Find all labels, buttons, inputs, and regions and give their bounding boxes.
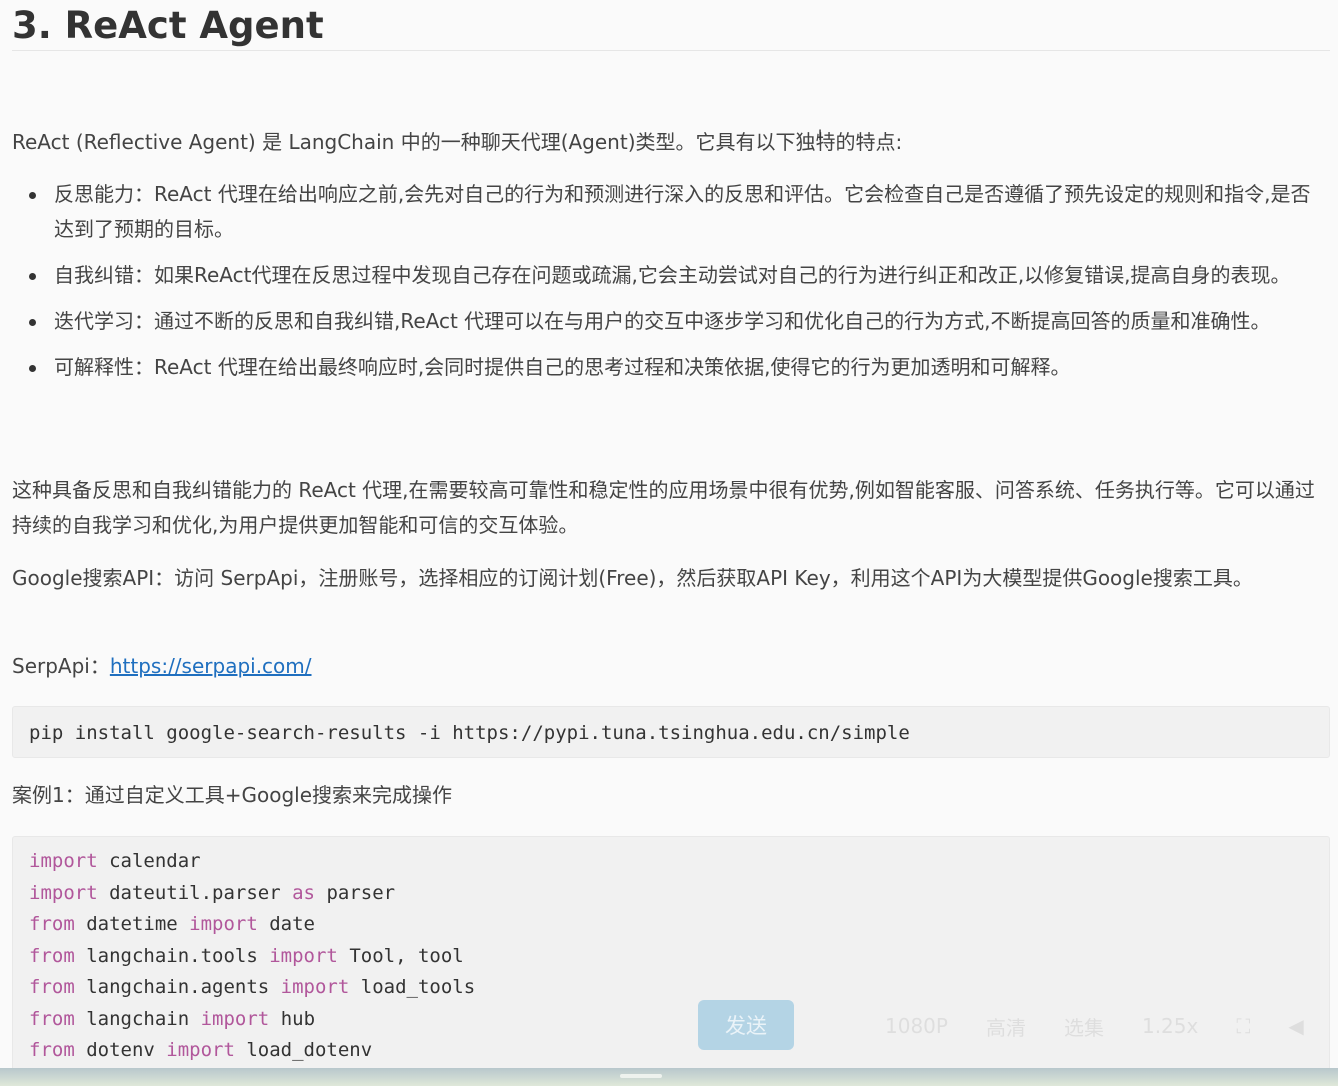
quality-button[interactable]: 1080P xyxy=(885,1014,948,1038)
case-title: 案例1：通过自定义工具+Google搜索来完成操作 xyxy=(12,783,453,807)
bullet-icon xyxy=(29,319,36,326)
serpapi-line: SerpApi：https://serpapi.com/ xyxy=(12,649,312,684)
volume-icon[interactable]: ◀ xyxy=(1288,1014,1303,1038)
google-api-paragraph: Google搜索API：访问 SerpApi，注册账号，选择相应的订阅计划(Fr… xyxy=(12,566,1253,590)
code-text: calendar xyxy=(97,850,201,872)
serpapi-link[interactable]: https://serpapi.com/ xyxy=(110,654,312,678)
pip-command: pip install google-search-results -i htt… xyxy=(29,722,910,744)
code-text: Tool, tool xyxy=(337,944,464,967)
bullet-icon xyxy=(29,273,36,280)
code-text: date xyxy=(257,913,315,935)
serpapi-label: SerpApi： xyxy=(12,654,110,678)
text-cursor-icon: Ⅰ xyxy=(818,128,823,144)
list-item: 反思能力：ReAct 代理在给出响应之前,会先对自己的行为和预测进行深入的反思和… xyxy=(12,177,1328,247)
code-keyword: import xyxy=(29,850,98,872)
section-heading: 3. ReAct Agent xyxy=(12,0,1330,51)
article-page: 3. ReAct Agent ReAct (Reflective Agent) … xyxy=(0,0,1338,1086)
code-keyword: from xyxy=(29,976,75,998)
code-text: dateutil.parser xyxy=(97,881,293,904)
code-text: langchain.agents xyxy=(74,976,281,998)
code-keyword: import xyxy=(29,881,98,904)
code-line: import calendar xyxy=(29,846,1313,878)
code-keyword: import xyxy=(189,913,258,935)
code-text: parser xyxy=(315,881,396,904)
code-keyword: as xyxy=(292,881,315,904)
episodes-button[interactable]: 选集 xyxy=(1064,1012,1104,1041)
code-text: langchain.tools xyxy=(74,944,270,967)
code-line: from langchain.agents import load_tools xyxy=(29,972,1313,1004)
send-button[interactable]: 发送 xyxy=(698,1000,794,1050)
code-keyword: from xyxy=(29,913,75,935)
feature-text: 反思能力：ReAct 代理在给出响应之前,会先对自己的行为和预测进行深入的反思和… xyxy=(54,182,1311,241)
list-item: 自我纠错：如果ReAct代理在反思过程中发现自己存在问题或疏漏,它会主动尝试对自… xyxy=(12,258,1328,293)
speed-button[interactable]: 1.25x xyxy=(1142,1014,1198,1038)
code-text: langchain xyxy=(74,1007,201,1030)
code-text: load_tools xyxy=(349,976,476,998)
code-keyword: import xyxy=(269,944,338,967)
code-keyword: import xyxy=(280,976,350,998)
code-line: import dateutil.parser as parser xyxy=(29,878,1313,910)
code-text: datetime xyxy=(74,913,190,935)
player-progress-bar[interactable] xyxy=(0,1068,1338,1086)
code-keyword: import xyxy=(166,1039,235,1061)
code-line: from langchain.tools import Tool, tool xyxy=(29,941,1313,973)
pip-code-block[interactable]: pip install google-search-results -i htt… xyxy=(12,706,1330,758)
hd-button[interactable]: 高清 xyxy=(986,1012,1026,1041)
code-text: hub xyxy=(269,1007,316,1030)
scrollbar-thumb[interactable] xyxy=(620,1074,662,1078)
fullscreen-icon[interactable]: ⛶ xyxy=(1236,1014,1250,1038)
summary-paragraph: 这种具备反思和自我纠错能力的 ReAct 代理,在需要较高可靠性和稳定性的应用场… xyxy=(12,478,1315,537)
code-keyword: from xyxy=(29,1007,75,1030)
feature-text: 可解释性：ReAct 代理在给出最终响应时,会同时提供自己的思考过程和决策依据,… xyxy=(54,355,1071,379)
code-keyword: import xyxy=(200,1007,270,1030)
list-item: 可解释性：ReAct 代理在给出最终响应时,会同时提供自己的思考过程和决策依据,… xyxy=(12,350,1328,385)
feature-text: 自我纠错：如果ReAct代理在反思过程中发现自己存在问题或疏漏,它会主动尝试对自… xyxy=(54,263,1291,287)
code-keyword: from xyxy=(29,1039,75,1061)
code-text: load_dotenv xyxy=(234,1039,373,1061)
intro-paragraph: ReAct (Reflective Agent) 是 LangChain 中的一… xyxy=(12,130,903,154)
code-line: from datetime import date xyxy=(29,909,1313,941)
video-player-controls: 1080P 高清 选集 1.25x ⛶ ◀ xyxy=(885,1008,1304,1044)
feature-text: 迭代学习：通过不断的反思和自我纠错,ReAct 代理可以在与用户的交互中逐步学习… xyxy=(54,309,1271,333)
list-item: 迭代学习：通过不断的反思和自我纠错,ReAct 代理可以在与用户的交互中逐步学习… xyxy=(12,304,1328,339)
code-keyword: from xyxy=(29,944,75,967)
bullet-icon xyxy=(29,365,36,372)
bullet-icon xyxy=(29,192,36,199)
feature-list: 反思能力：ReAct 代理在给出响应之前,会先对自己的行为和预测进行深入的反思和… xyxy=(12,177,1328,396)
code-text: dotenv xyxy=(74,1039,167,1061)
